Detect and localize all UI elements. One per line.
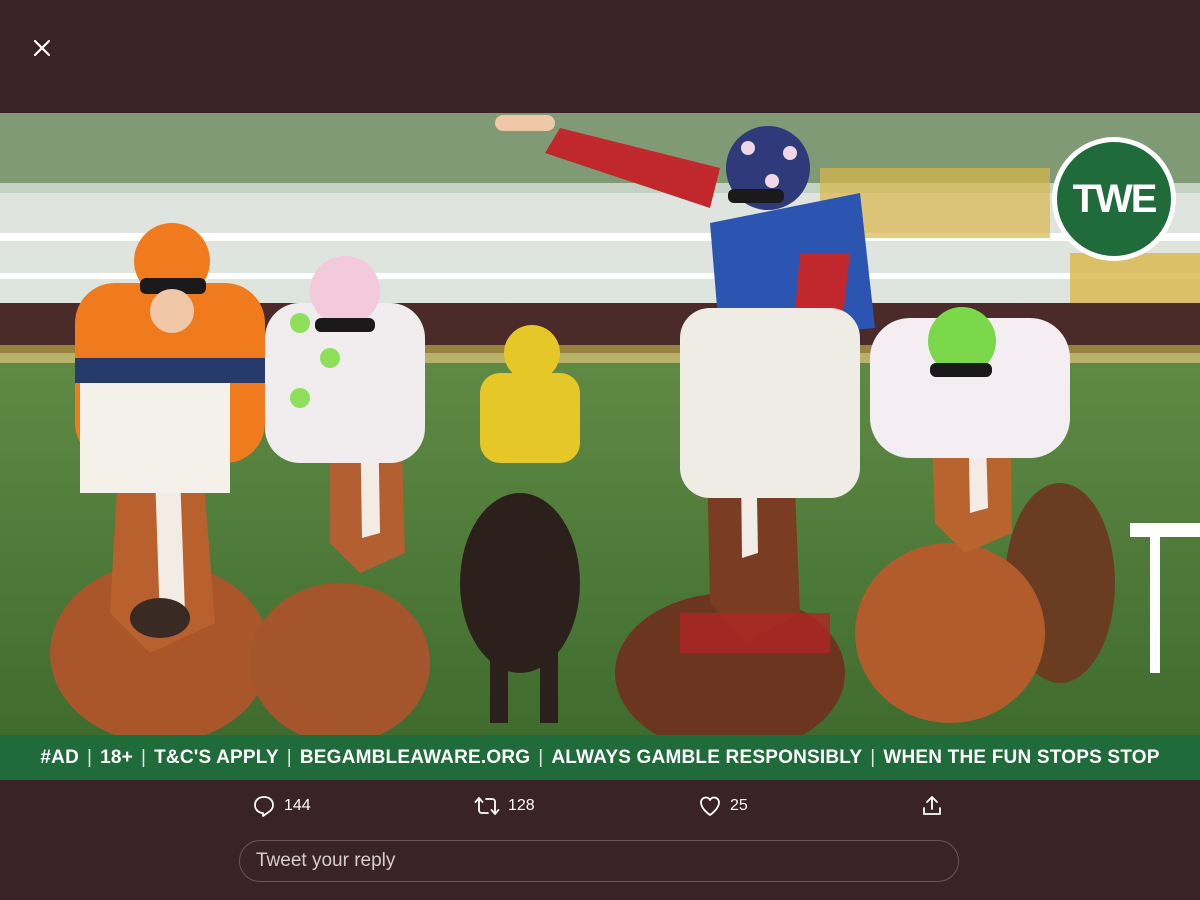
ad-banner-divider: | xyxy=(538,746,544,768)
twe-logo: TWE xyxy=(1052,137,1176,261)
tweet-photo[interactable] xyxy=(0,113,1200,735)
retweet-count: 128 xyxy=(508,797,535,814)
ad-banner-item: ALWAYS GAMBLE RESPONSIBLY xyxy=(551,746,863,768)
heart-icon xyxy=(700,796,720,816)
share-button[interactable] xyxy=(920,792,944,820)
close-button[interactable] xyxy=(26,32,58,64)
reply-input[interactable] xyxy=(254,849,944,873)
ad-banner-divider: | xyxy=(286,746,292,768)
reply-button[interactable]: 144 xyxy=(252,792,311,820)
ad-banner-divider: | xyxy=(140,746,147,768)
ad-banner-divider: | xyxy=(870,746,876,768)
reply-composer[interactable] xyxy=(239,840,959,882)
share-icon xyxy=(923,796,941,815)
close-icon xyxy=(33,39,51,57)
ad-banner-item: T&C'S APPLY xyxy=(154,746,279,768)
ad-banner-divider: | xyxy=(86,746,93,768)
like-button[interactable]: 25 xyxy=(698,792,748,820)
retweet-icon xyxy=(474,797,500,815)
race-photo-illustration xyxy=(0,113,1200,735)
ad-banner-item: #AD xyxy=(40,746,79,768)
reply-count: 144 xyxy=(284,797,311,814)
reply-icon xyxy=(254,796,274,817)
tweet-action-bar: 144 128 25 xyxy=(0,782,1200,830)
ad-banner-item: 18+ xyxy=(100,746,133,768)
retweet-button[interactable]: 128 xyxy=(474,792,535,820)
like-count: 25 xyxy=(730,797,748,814)
twe-logo-text: TWE xyxy=(1057,142,1171,256)
ad-disclaimer-banner: #AD | 18+ | T&C'S APPLY | BEGAMBLEAWARE.… xyxy=(0,735,1200,780)
ad-banner-item: BEGAMBLEAWARE.ORG xyxy=(299,746,531,768)
ad-banner-item: WHEN THE FUN STOPS STOP xyxy=(883,746,1160,768)
